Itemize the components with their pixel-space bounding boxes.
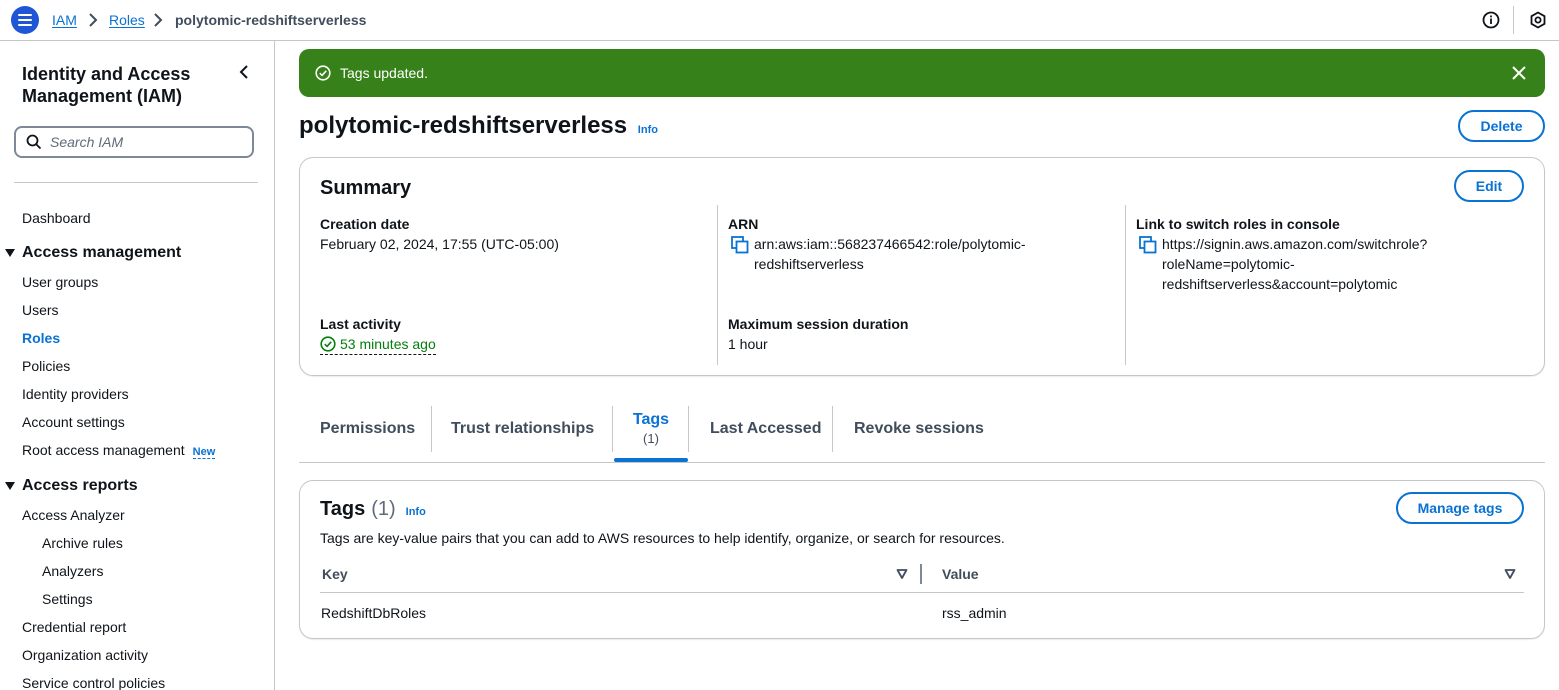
settings-icon[interactable] [1529, 11, 1547, 29]
sidebar-item-archive-rules[interactable]: Archive rules [42, 534, 123, 552]
sort-icon[interactable] [1504, 568, 1516, 580]
tab-trust-relationships[interactable]: Trust relationships [451, 419, 594, 439]
tab-label: Tags [632, 411, 670, 428]
copy-icon[interactable] [731, 236, 749, 254]
last-activity-value: 53 minutes ago [340, 336, 436, 352]
edit-button[interactable]: Edit [1454, 170, 1524, 202]
tag-value-cell: rss_admin [942, 605, 1007, 621]
sidebar-search[interactable] [14, 126, 254, 158]
menu-button[interactable] [11, 6, 39, 34]
column-header-key[interactable]: Key [322, 565, 348, 583]
info-link[interactable]: Info [406, 506, 426, 518]
caret-down-icon [5, 249, 15, 257]
chevron-right-icon [154, 13, 163, 27]
breadcrumb-iam[interactable]: IAM [52, 11, 77, 29]
breadcrumb-current: polytomic-redshiftserverless [175, 12, 367, 28]
sidebar-item-dashboard[interactable]: Dashboard [22, 209, 91, 227]
switch-roles-link-line3: redshiftserverless&account=polytomic [1162, 276, 1398, 292]
sidebar-item-roles[interactable]: Roles [22, 329, 60, 347]
section-access-management[interactable]: Access management [4, 243, 181, 263]
caret-down-icon [5, 482, 15, 490]
creation-date-value: February 02, 2024, 17:55 (UTC-05:00) [320, 236, 559, 252]
tab-divider [612, 406, 613, 452]
section-label: Access management [22, 244, 182, 261]
column-header-value[interactable]: Value [942, 565, 979, 583]
success-flashbar: Tags updated. [299, 49, 1545, 97]
close-icon[interactable] [1511, 65, 1527, 81]
tags-header: Tags (1) Info [320, 498, 426, 521]
sidebar-item-service-control-policies[interactable]: Service control policies [22, 674, 165, 690]
column-divider [1125, 205, 1126, 365]
search-icon [26, 134, 42, 150]
tab-last-accessed[interactable]: Last Accessed [710, 419, 821, 439]
sidebar-item-analyzers[interactable]: Analyzers [42, 562, 103, 580]
sidebar-item-identity-providers[interactable]: Identity providers [22, 385, 129, 403]
tags-description: Tags are key-value pairs that you can ad… [320, 530, 1005, 546]
side-navigation: Identity and Access Management (IAM) Das… [0, 41, 275, 690]
tags-container [299, 480, 1545, 639]
sidebar-divider [14, 182, 258, 183]
breadcrumb-roles[interactable]: Roles [109, 11, 145, 29]
info-icon[interactable] [1482, 11, 1500, 29]
flash-message: Tags updated. [340, 65, 428, 81]
tab-permissions[interactable]: Permissions [320, 419, 415, 439]
new-badge: New [192, 446, 216, 459]
tab-tags[interactable]: Tags (1) [614, 410, 688, 448]
active-tab-indicator [614, 458, 688, 462]
switch-roles-link-line1: https://signin.aws.amazon.com/switchrole… [1162, 236, 1428, 252]
tab-revoke-sessions[interactable]: Revoke sessions [854, 419, 984, 439]
sidebar-title: Identity and Access Management (IAM) [22, 64, 191, 106]
tab-divider [431, 406, 432, 452]
info-link[interactable]: Info [638, 124, 658, 136]
column-resizer[interactable] [920, 564, 922, 584]
summary-title: Summary [320, 177, 412, 199]
delete-button[interactable]: Delete [1458, 110, 1545, 142]
search-input[interactable] [50, 134, 240, 150]
tab-counter: (1) [643, 431, 659, 446]
switch-roles-link-line2: roleName=polytomic- [1162, 256, 1295, 272]
sidebar-item-access-analyzer[interactable]: Access Analyzer [22, 506, 125, 524]
sidebar-item-account-settings[interactable]: Account settings [22, 413, 125, 431]
table-header-divider [320, 592, 1524, 593]
last-activity-label: Last activity [320, 316, 401, 332]
role-name: polytomic-redshiftserverless [299, 112, 628, 139]
chevron-right-icon [89, 13, 98, 27]
summary-container [299, 157, 1545, 376]
manage-tags-button[interactable]: Manage tags [1396, 492, 1524, 524]
arn-value-line2: redshiftserverless [754, 256, 864, 272]
creation-date-label: Creation date [320, 216, 410, 232]
sidebar-item-organization-activity[interactable]: Organization activity [22, 646, 148, 664]
top-navigation-bar: IAM Roles polytomic-redshiftserverless [0, 0, 1559, 41]
sort-icon[interactable] [896, 568, 908, 580]
sidebar-item-policies[interactable]: Policies [22, 357, 70, 375]
sidebar-item-users[interactable]: Users [22, 301, 59, 319]
tags-count: (1) [371, 498, 396, 520]
sidebar-item-user-groups[interactable]: User groups [22, 273, 98, 291]
sidebar-item-credential-report[interactable]: Credential report [22, 618, 126, 636]
tabs-underline [299, 462, 1545, 463]
tag-key-cell: RedshiftDbRoles [321, 605, 427, 621]
arn-value-line1: arn:aws:iam::568237466542:role/polytomic… [754, 236, 1026, 252]
success-check-icon [315, 65, 331, 81]
tab-divider [832, 406, 833, 452]
last-activity-status[interactable]: 53 minutes ago [320, 335, 436, 355]
tags-title: Tags [320, 498, 366, 520]
chevron-left-icon[interactable] [237, 63, 251, 81]
top-divider [1513, 6, 1514, 34]
max-session-label: Maximum session duration [728, 316, 909, 332]
page-title: polytomic-redshiftserverless Info [299, 112, 658, 144]
section-label: Access reports [22, 477, 138, 494]
copy-icon[interactable] [1139, 236, 1157, 254]
arn-label: ARN [728, 216, 759, 232]
hamburger-icon [18, 14, 32, 26]
section-access-reports[interactable]: Access reports [4, 476, 138, 496]
sidebar-item-root-access-management[interactable]: Root access management New [22, 441, 216, 461]
success-check-icon [320, 336, 336, 352]
tab-divider [688, 406, 689, 452]
switch-roles-label: Link to switch roles in console [1136, 216, 1340, 232]
sidebar-item-settings[interactable]: Settings [42, 590, 93, 608]
column-divider [717, 205, 718, 365]
sidebar-item-label: Root access management [22, 442, 185, 458]
max-session-value: 1 hour [728, 336, 768, 352]
